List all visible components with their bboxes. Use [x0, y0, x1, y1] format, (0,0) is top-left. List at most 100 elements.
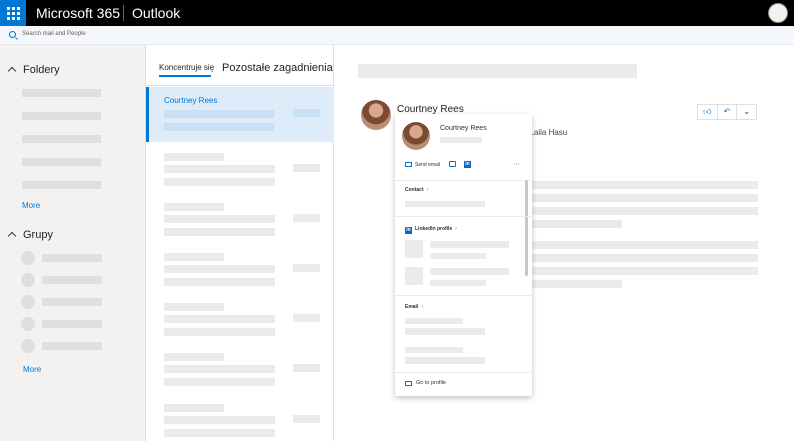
card-divider — [395, 372, 532, 373]
body-line — [532, 254, 758, 262]
group-placeholder[interactable] — [42, 298, 102, 306]
message-actions: 👍︎ ↶ ⌄ — [697, 104, 757, 120]
message-item-date — [293, 314, 320, 322]
folder-placeholder[interactable] — [22, 89, 101, 97]
folder-placeholder[interactable] — [22, 135, 101, 143]
folder-placeholder[interactable] — [22, 181, 101, 189]
search-bar[interactable]: Search mail and People — [0, 26, 794, 45]
message-item[interactable] — [164, 353, 224, 361]
more-options-icon[interactable]: ⋯ — [513, 160, 520, 168]
group-avatar — [21, 273, 35, 287]
email-placeholder — [405, 318, 463, 324]
mail-icon — [405, 162, 412, 167]
chevron-right-icon: › — [426, 187, 429, 193]
account-avatar[interactable] — [768, 3, 788, 23]
message-item-date — [293, 364, 320, 372]
message-item-line — [164, 265, 275, 273]
group-placeholder[interactable] — [42, 320, 102, 328]
chevron-right-icon: › — [455, 226, 457, 232]
folders-title: Foldery — [23, 64, 60, 76]
folder-placeholder[interactable] — [22, 158, 101, 166]
send-email-button[interactable]: Send email — [405, 162, 440, 168]
message-list: Koncentruje się Pozostałe zagadnienia Co… — [145, 45, 334, 441]
chevron-down-icon[interactable]: ⌄ — [737, 105, 756, 119]
tab-other[interactable]: Pozostałe zagadnienia — [222, 62, 333, 74]
profile-actions: Send email in ⋯ — [395, 158, 532, 174]
tab-focused[interactable]: Koncentruje się — [159, 63, 214, 72]
groups-header[interactable]: Grupy — [7, 229, 53, 241]
group-placeholder[interactable] — [42, 342, 102, 350]
contact-section[interactable]: Contact › — [405, 187, 428, 193]
linkedin-item-line — [430, 268, 509, 275]
linkedin-icon[interactable]: in — [464, 161, 471, 168]
search-input[interactable]: Search mail and People — [22, 31, 86, 37]
contact-label: Contact — [405, 187, 424, 193]
brand-title[interactable]: Microsoft 365 — [36, 5, 120, 21]
message-item-line — [164, 328, 275, 336]
card-scrollbar[interactable] — [525, 180, 528, 276]
message-subject — [164, 110, 274, 118]
linkedin-item-line — [430, 253, 486, 259]
folder-pane: Foldery More Grupy More — [0, 45, 145, 441]
sender-avatar[interactable] — [361, 100, 391, 130]
search-icon — [9, 31, 16, 38]
message-subject-placeholder — [358, 64, 637, 78]
group-placeholder[interactable] — [42, 254, 102, 262]
message-item-line — [164, 365, 275, 373]
profile-avatar — [402, 122, 430, 150]
chevron-up-icon — [7, 66, 17, 76]
message-item-line — [164, 278, 275, 286]
like-icon[interactable]: 👍︎ — [698, 105, 718, 119]
linkedin-item-image — [405, 267, 423, 285]
message-item-date — [293, 214, 320, 222]
groups-title: Grupy — [23, 229, 53, 241]
message-item-line — [164, 215, 275, 223]
tab-focused-indicator — [159, 75, 211, 77]
card-divider — [395, 295, 532, 296]
email-placeholder — [405, 347, 463, 353]
email-placeholder — [405, 328, 485, 335]
message-item[interactable] — [164, 404, 224, 412]
message-item-line — [164, 378, 275, 386]
message-item-date — [293, 415, 320, 423]
group-avatar — [21, 251, 35, 265]
top-bar: Microsoft 365 Outlook — [0, 0, 794, 26]
linkedin-section[interactable]: in LinkedIn profile › — [405, 226, 457, 234]
message-item[interactable] — [164, 253, 224, 261]
list-divider — [146, 85, 334, 86]
message-item-line — [164, 429, 275, 437]
message-item[interactable] — [164, 153, 224, 161]
message-item[interactable] — [164, 303, 224, 311]
message-item-line — [164, 178, 275, 186]
body-line — [532, 267, 758, 275]
email-section[interactable]: Email › — [405, 304, 423, 310]
app-launcher-icon[interactable] — [0, 0, 26, 26]
app-title[interactable]: Outlook — [132, 5, 180, 21]
more-groups-link[interactable]: More — [23, 365, 41, 374]
email-label: Email — [405, 304, 419, 310]
folder-placeholder[interactable] — [22, 112, 101, 120]
message-item-line — [164, 416, 275, 424]
email-placeholder — [405, 357, 485, 364]
message-preview — [164, 123, 274, 131]
more-folders-link[interactable]: More — [22, 201, 40, 210]
card-divider — [395, 216, 532, 217]
linkedin-item-line — [430, 241, 509, 248]
reply-icon[interactable]: ↶ — [718, 105, 738, 119]
linkedin-icon: in — [405, 227, 412, 234]
message-item[interactable] — [164, 203, 224, 211]
message-item-date — [293, 264, 320, 272]
topbar-divider — [123, 5, 124, 21]
go-to-profile-link[interactable]: Go to profile — [416, 380, 446, 386]
message-date — [293, 109, 320, 117]
chevron-up-icon — [7, 231, 17, 241]
chat-icon[interactable] — [449, 161, 456, 167]
folders-header[interactable]: Foldery — [7, 64, 60, 76]
group-avatar — [21, 339, 35, 353]
body-line — [532, 280, 622, 288]
body-line — [532, 194, 758, 202]
group-placeholder[interactable] — [42, 276, 102, 284]
body-line — [532, 241, 758, 249]
send-email-label: Send email — [415, 162, 441, 168]
body-line — [532, 220, 622, 228]
